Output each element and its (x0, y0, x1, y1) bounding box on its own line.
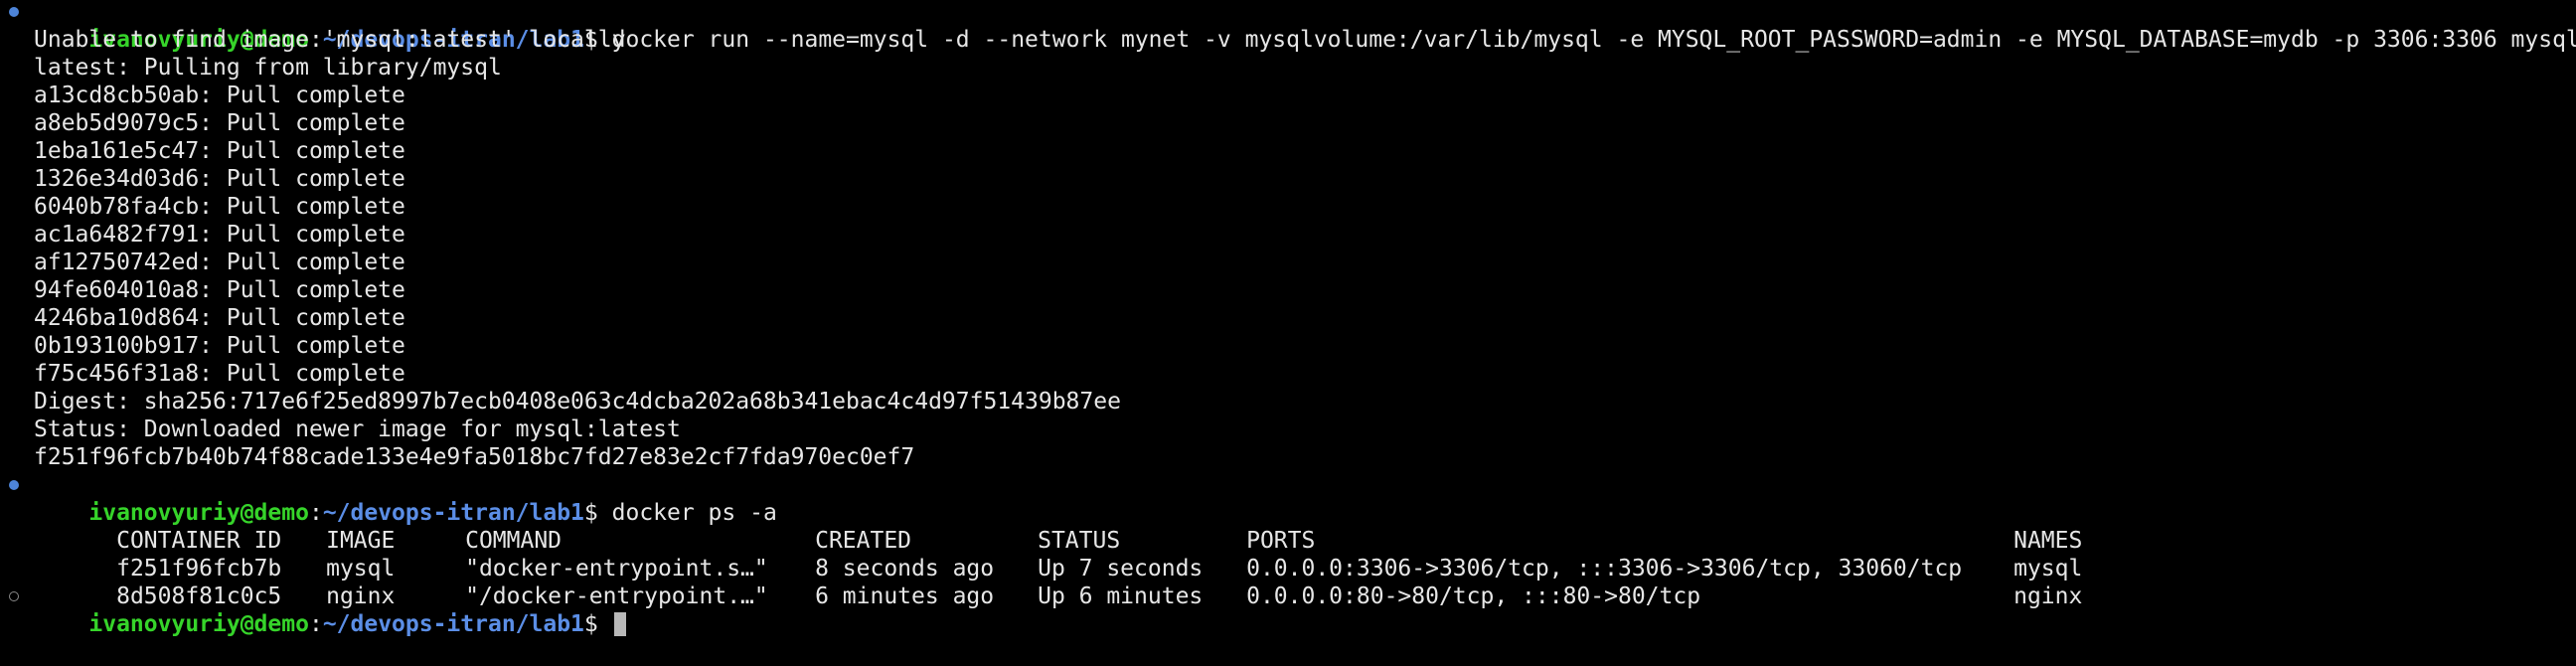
docker-run-output: Unable to find image 'mysql:latest' loca… (0, 26, 2576, 471)
output-line: a8eb5d9079c5: Pull complete (34, 110, 405, 136)
prompt-line-docker-run: ivanovyuriy@demo:~/devops-itran/lab1$ do… (0, 0, 2576, 53)
prompt-separator: : (308, 611, 323, 637)
prompt-line-docker-ps: ivanovyuriy@demo:~/devops-itran/lab1$ do… (0, 471, 2576, 526)
table-header-row: CONTAINER ID IMAGE COMMAND CREATED STATUS POR… (0, 499, 2576, 554)
output-line: Digest: sha256:717e6f25ed8997b7ecb0408e0… (34, 389, 1121, 415)
output-line: 0b193100b917: Pull complete (34, 333, 405, 359)
output-line: 4246ba10d864: Pull complete (34, 305, 405, 331)
output-line: 94fe604010a8: Pull complete (34, 277, 405, 303)
output-line: Unable to find image 'mysql:latest' loca… (34, 27, 626, 53)
output-line: a13cd8cb50ab: Pull complete (34, 83, 405, 108)
command-status-dot-icon[interactable] (9, 480, 19, 490)
output-line: 1326e34d03d6: Pull complete (34, 166, 405, 192)
output-line: af12750742ed: Pull complete (34, 250, 405, 275)
command-status-dot-icon[interactable] (9, 7, 19, 17)
prompt-symbol: $ (583, 611, 612, 637)
output-line: Status: Downloaded newer image for mysql… (34, 416, 681, 442)
prompt-path: ~/devops-itran/lab1 (322, 611, 584, 637)
table-row: f251f96fcb7b mysql "docker-entrypoint.s…" 8… (0, 527, 2576, 582)
terminal-window[interactable]: ivanovyuriy@demo:~/devops-itran/lab1$ do… (0, 0, 2576, 637)
text-cursor (613, 612, 626, 636)
output-line: f75c456f31a8: Pull complete (34, 361, 405, 387)
command-status-dot-icon[interactable] (9, 591, 19, 601)
output-line: latest: Pulling from library/mysql (34, 55, 502, 81)
output-line: 6040b78fa4cb: Pull complete (34, 194, 405, 220)
output-line: ac1a6482f791: Pull complete (34, 222, 405, 248)
prompt-line-current: ivanovyuriy@demo:~/devops-itran/lab1$ (0, 583, 2576, 637)
output-line: f251f96fcb7b40b74f88cade133e4e9fa5018bc7… (34, 444, 915, 470)
table-row: 8d508f81c0c5 nginx "/docker-entrypoint.…" 6… (0, 555, 2576, 609)
output-line: 1eba161e5c47: Pull complete (34, 138, 405, 164)
prompt-user-host: ivanovyuriy@demo (88, 611, 309, 637)
docker-ps-table: CONTAINER ID IMAGE COMMAND CREATED STATUS POR… (0, 499, 2576, 609)
